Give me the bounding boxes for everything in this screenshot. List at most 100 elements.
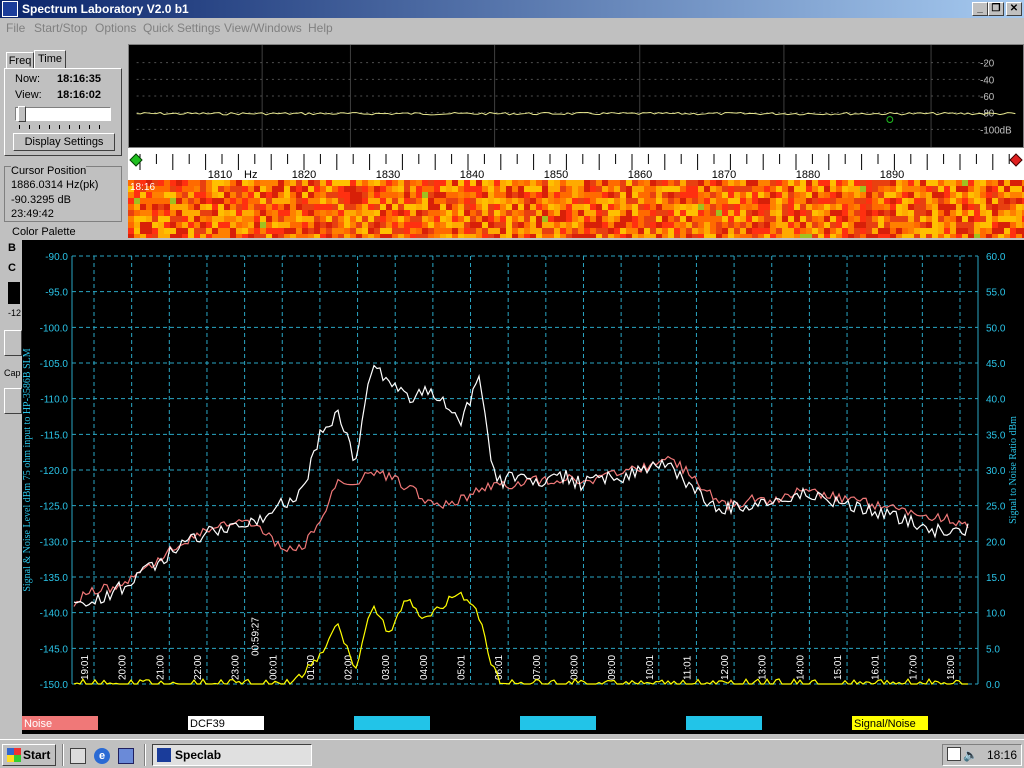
- waterfall-cell: [812, 234, 818, 238]
- left-axis-tick-label: -115.0: [40, 430, 68, 441]
- restore-button[interactable]: ❐: [988, 2, 1004, 16]
- waterfall-cell: [632, 192, 638, 198]
- waterfall-cell: [494, 234, 500, 238]
- waterfall-cell: [794, 210, 800, 216]
- waterfall-cell: [482, 198, 488, 204]
- waterfall-cell: [416, 210, 422, 216]
- menu-start-stop[interactable]: Start/Stop: [34, 21, 87, 35]
- waterfall-cell: [752, 186, 758, 192]
- tab-time[interactable]: Time: [34, 50, 66, 70]
- waterfall-cell: [350, 234, 356, 238]
- waterfall-cell: [494, 198, 500, 204]
- waterfall-cell: [890, 180, 896, 186]
- waterfall-cell: [638, 198, 644, 204]
- waterfall-cell: [224, 216, 230, 222]
- waterfall-cell: [908, 198, 914, 204]
- x-axis-tick-label: 16:01: [871, 655, 882, 680]
- menu-view-windows[interactable]: View/Windows: [224, 21, 302, 35]
- menu-file[interactable]: File: [6, 21, 25, 35]
- waterfall-cell: [308, 216, 314, 222]
- waterfall-cell: [134, 198, 140, 204]
- waterfall-cell: [644, 210, 650, 216]
- waterfall-cell: [530, 192, 536, 198]
- waterfall-cell: [998, 228, 1004, 234]
- waterfall-cell: [944, 210, 950, 216]
- palette-button-2[interactable]: [4, 388, 22, 414]
- waterfall-cell: [566, 234, 572, 238]
- waterfall-cell: [884, 210, 890, 216]
- waterfall-cell: [752, 210, 758, 216]
- waterfall-cell: [806, 228, 812, 234]
- right-axis-tick-label: 20.0: [986, 537, 1006, 548]
- waterfall-cell: [578, 216, 584, 222]
- menu-options[interactable]: Options: [95, 21, 136, 35]
- palette-swatch[interactable]: [8, 282, 20, 304]
- waterfall-cell: [602, 204, 608, 210]
- ie-icon[interactable]: e: [94, 748, 110, 764]
- waterfall-cell: [554, 180, 560, 186]
- close-button[interactable]: ✕: [1006, 2, 1022, 16]
- waterfall-cell: [776, 192, 782, 198]
- waterfall-cell: [488, 222, 494, 228]
- time-slider[interactable]: [15, 106, 111, 122]
- waterfall-cell: [788, 228, 794, 234]
- waterfall-cell: [824, 228, 830, 234]
- waterfall-cell: [200, 222, 206, 228]
- speclab-task-button[interactable]: Speclab: [152, 744, 312, 766]
- app-icon[interactable]: [2, 1, 18, 17]
- waterfall-cell: [830, 186, 836, 192]
- waterfall-cell: [266, 222, 272, 228]
- waterfall-cell: [770, 204, 776, 210]
- waterfall-cell: [602, 210, 608, 216]
- menu-help[interactable]: Help: [308, 21, 333, 35]
- slider-thumb[interactable]: [18, 106, 26, 122]
- waterfall-cell: [488, 204, 494, 210]
- menu-quick-settings[interactable]: Quick Settings: [143, 21, 220, 35]
- waterfall-cell: [254, 198, 260, 204]
- waterfall-cell: [704, 186, 710, 192]
- waterfall-cell: [980, 186, 986, 192]
- desktop-icon[interactable]: [70, 748, 86, 764]
- waterfall-cell: [890, 204, 896, 210]
- waterfall-cell: [962, 228, 968, 234]
- waterfall-display[interactable]: 18:16: [128, 180, 1024, 238]
- waterfall-cell: [842, 192, 848, 198]
- waterfall-cell: [932, 192, 938, 198]
- waterfall-cell: [548, 216, 554, 222]
- waterfall-cell: [794, 216, 800, 222]
- display-settings-button[interactable]: Display Settings: [13, 133, 115, 151]
- channel-icon[interactable]: [118, 748, 134, 764]
- left-axis-tick-label: -125.0: [40, 502, 69, 513]
- frequency-scale[interactable]: 1810 1820 1830 1840 1850 1860 1870 1880 1890Hz: [128, 148, 1024, 180]
- waterfall-cell: [416, 198, 422, 204]
- waterfall-cell: [404, 216, 410, 222]
- main-chart[interactable]: -90.0-95.0-100.0-105.0-110.0-115.0-120.0…: [22, 240, 1024, 734]
- start-button[interactable]: Start: [2, 744, 56, 766]
- waterfall-cell: [476, 180, 482, 186]
- waterfall-cell: [518, 216, 524, 222]
- waterfall-cell: [752, 216, 758, 222]
- waterfall-cell: [1016, 234, 1022, 238]
- waterfall-cell: [986, 210, 992, 216]
- waterfall-cell: [464, 186, 470, 192]
- waterfall-cell: [644, 204, 650, 210]
- waterfall-cell: [242, 216, 248, 222]
- tray-monitor-icon[interactable]: [947, 747, 961, 761]
- waterfall-cell: [536, 180, 542, 186]
- waterfall-cell: [944, 204, 950, 210]
- waterfall-cell: [710, 192, 716, 198]
- waterfall-cell: [422, 198, 428, 204]
- waterfall-cell: [566, 180, 572, 186]
- volume-icon[interactable]: 🔈: [963, 748, 978, 762]
- minimize-button[interactable]: _: [972, 2, 988, 16]
- waterfall-cell: [902, 180, 908, 186]
- waterfall-cell: [896, 222, 902, 228]
- waterfall-cell: [872, 186, 878, 192]
- waterfall-cell: [422, 222, 428, 228]
- waterfall-cell: [200, 210, 206, 216]
- waterfall-cell: [260, 192, 266, 198]
- spectrum-graph[interactable]: -20-40-60-80-100dB: [128, 44, 1024, 148]
- waterfall-cell: [284, 222, 290, 228]
- waterfall-cell: [536, 186, 542, 192]
- palette-button-1[interactable]: [4, 330, 22, 356]
